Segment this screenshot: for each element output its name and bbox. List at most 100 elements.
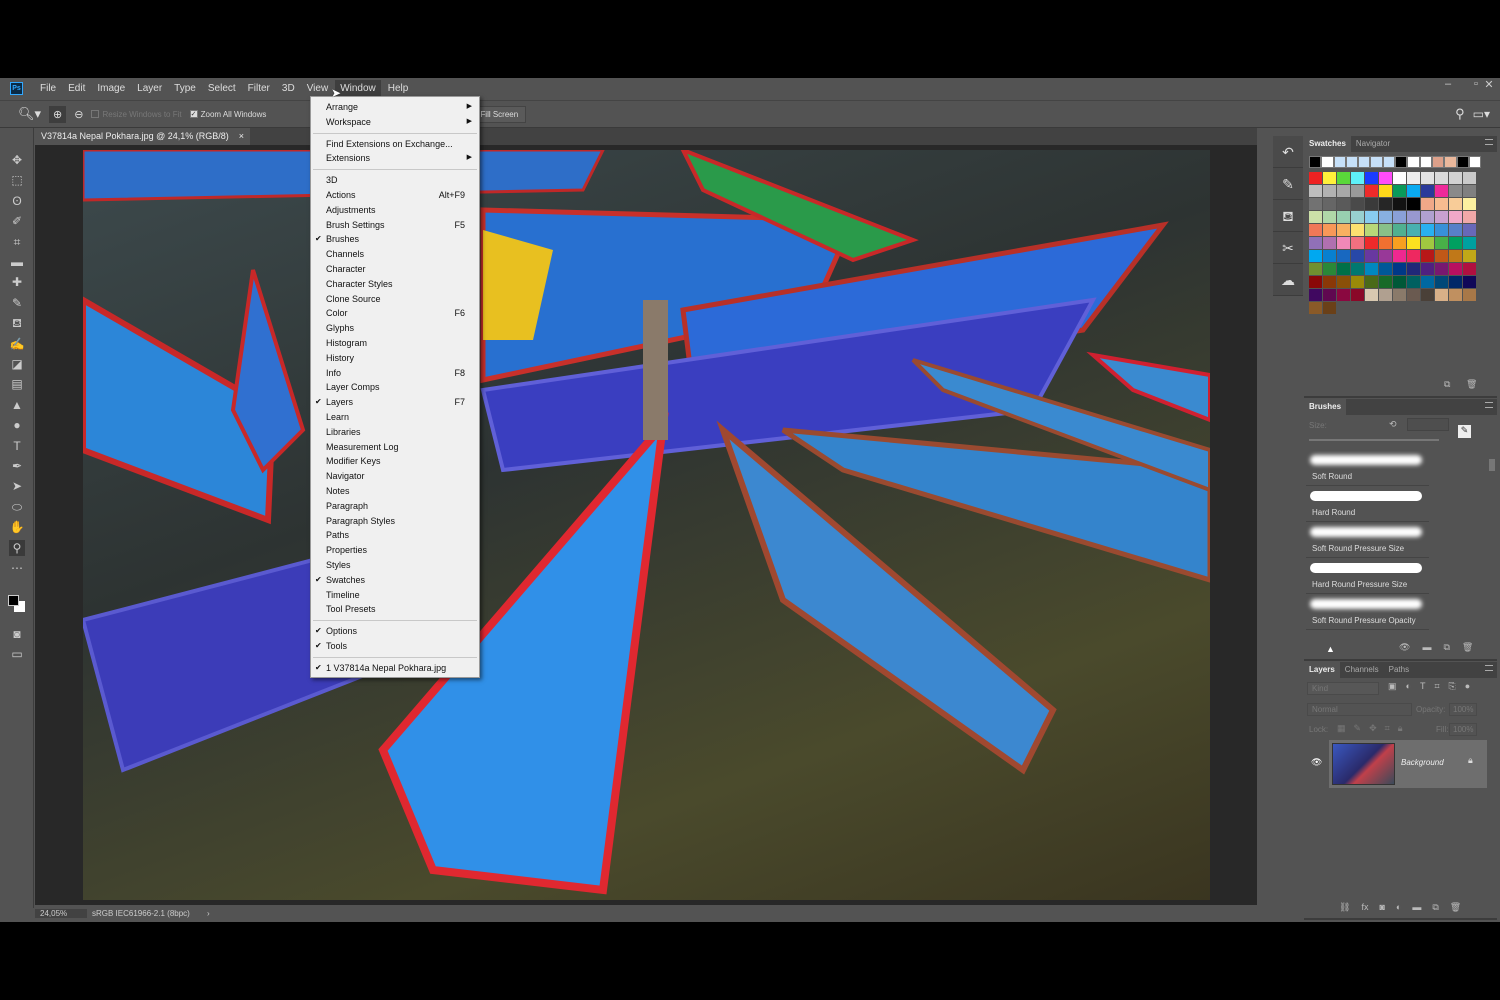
menu-item-layer-comps[interactable]: Layer Comps: [311, 380, 479, 395]
color-swatch[interactable]: [1463, 250, 1476, 262]
color-swatch[interactable]: [1323, 289, 1336, 301]
menu-item-navigator[interactable]: Navigator: [311, 469, 479, 484]
color-swatch[interactable]: [1379, 237, 1392, 249]
move-tool-icon[interactable]: ✥: [9, 152, 25, 168]
recent-swatch[interactable]: [1419, 156, 1432, 168]
menu-item-channels[interactable]: Channels: [311, 247, 479, 262]
color-swatch[interactable]: [1435, 250, 1448, 262]
menu-item-find-extensions-on-exchange-[interactable]: Find Extensions on Exchange...: [311, 137, 479, 152]
color-swatch[interactable]: [1365, 250, 1378, 262]
color-swatch[interactable]: [1337, 224, 1350, 236]
recent-swatch[interactable]: [1431, 156, 1445, 168]
color-swatch[interactable]: [1337, 263, 1350, 275]
menu-item-measurement-log[interactable]: Measurement Log: [311, 440, 479, 455]
color-swatch[interactable]: [1379, 289, 1392, 301]
color-swatch[interactable]: [1323, 185, 1336, 197]
filter-smart-object-icon[interactable]: ⎘: [1449, 681, 1456, 692]
brush-preset[interactable]: Hard Round Pressure Size: [1306, 559, 1429, 594]
zoom-tool-preset-icon[interactable]: 🔍︎▾: [18, 106, 41, 122]
color-swatch[interactable]: [1351, 237, 1364, 249]
menu-edit[interactable]: Edit: [63, 80, 90, 97]
menu-item-modifier-keys[interactable]: Modifier Keys: [311, 454, 479, 469]
color-swatch[interactable]: [1365, 263, 1378, 275]
dodge-tool-icon[interactable]: ●: [9, 417, 25, 433]
color-swatch[interactable]: [1393, 211, 1406, 223]
menu-item-paths[interactable]: Paths: [311, 528, 479, 543]
color-swatch[interactable]: [1337, 185, 1350, 197]
color-swatch[interactable]: [1365, 289, 1378, 301]
color-swatch[interactable]: [1463, 172, 1476, 184]
filter-shape-icon[interactable]: ⌗: [1434, 681, 1439, 692]
menu-item-notes[interactable]: Notes: [311, 484, 479, 499]
menu-item-swatches[interactable]: ✔ Swatches: [311, 573, 479, 588]
menu-item-info[interactable]: Info F8: [311, 366, 479, 381]
color-swatch[interactable]: [1407, 250, 1420, 262]
zoom-tool-icon[interactable]: ⚲: [9, 539, 25, 556]
menu-type[interactable]: Type: [169, 80, 201, 97]
zoom-level[interactable]: 24,05%: [35, 908, 87, 918]
color-swatch[interactable]: [1309, 172, 1322, 184]
color-swatch[interactable]: [1421, 211, 1434, 223]
color-swatch[interactable]: [1309, 211, 1322, 223]
resize-windows-checkbox[interactable]: Resize Windows to Fit: [91, 110, 182, 119]
menu-item-options[interactable]: ✔ Options: [311, 624, 479, 639]
color-swatch[interactable]: [1463, 263, 1476, 275]
menu-item-brush-settings[interactable]: Brush Settings F5: [311, 218, 479, 233]
pen-tool-icon[interactable]: ✒: [9, 458, 25, 474]
color-swatch[interactable]: [1449, 263, 1462, 275]
minimize-button[interactable]: –: [1434, 78, 1462, 94]
color-swatch[interactable]: [1323, 263, 1336, 275]
recent-swatch[interactable]: [1358, 156, 1371, 168]
color-swatch[interactable]: [1309, 198, 1322, 210]
recent-swatch[interactable]: [1345, 156, 1359, 168]
history-brush-tool-icon[interactable]: ✍: [9, 336, 25, 352]
zoom-all-windows-checkbox[interactable]: ✓ Zoom All Windows: [189, 110, 266, 119]
color-swatch[interactable]: [1421, 237, 1434, 249]
color-swatch[interactable]: [1463, 185, 1476, 197]
color-swatch[interactable]: [1379, 198, 1392, 210]
color-swatch[interactable]: [1323, 172, 1336, 184]
color-swatch[interactable]: [1351, 263, 1364, 275]
recent-swatch[interactable]: [1444, 156, 1457, 168]
color-swatch[interactable]: [1351, 224, 1364, 236]
new-group-icon[interactable]: ▬: [1412, 902, 1421, 913]
color-swatch[interactable]: [1309, 250, 1322, 262]
color-swatch[interactable]: [1463, 211, 1476, 223]
quick-select-tool-icon[interactable]: ✐: [9, 213, 25, 229]
marquee-tool-icon[interactable]: ⬚: [9, 172, 25, 188]
color-swatch[interactable]: [1337, 289, 1350, 301]
color-swatch[interactable]: [1421, 263, 1434, 275]
clone-source-icon[interactable]: ⛾: [1273, 200, 1303, 232]
brush-size-input[interactable]: [1407, 418, 1449, 431]
color-swatch[interactable]: [1393, 185, 1406, 197]
menu-item-actions[interactable]: Actions Alt+F9: [311, 188, 479, 203]
close-window-button[interactable]: ✕: [1478, 78, 1500, 94]
menu-window[interactable]: Window: [335, 80, 381, 97]
color-swatch[interactable]: [1449, 276, 1462, 288]
color-swatch[interactable]: [1421, 185, 1434, 197]
tab-brushes[interactable]: Brushes: [1304, 399, 1347, 415]
screen-mode-icon[interactable]: ▭: [9, 646, 25, 662]
color-swatch[interactable]: [1449, 211, 1462, 223]
stamp-tool-icon[interactable]: ⛾: [9, 315, 25, 331]
add-mask-icon[interactable]: ◙: [1379, 902, 1384, 913]
tool-presets-icon[interactable]: ✂: [1273, 232, 1303, 264]
color-swatch[interactable]: [1379, 276, 1392, 288]
color-swatch[interactable]: [1393, 276, 1406, 288]
delete-layer-icon[interactable]: 🗑︎: [1450, 902, 1461, 913]
menu-item-tool-presets[interactable]: Tool Presets: [311, 602, 479, 617]
layer-kind-filter[interactable]: Kind: [1307, 682, 1379, 695]
color-swatch[interactable]: [1379, 224, 1392, 236]
menu-item-styles[interactable]: Styles: [311, 558, 479, 573]
brush-tool-icon[interactable]: ✎: [9, 295, 25, 311]
color-swatch[interactable]: [1421, 224, 1434, 236]
layer-row-background[interactable]: Background 🔒︎: [1329, 740, 1487, 788]
brush-preview-slider[interactable]: ▲: [1326, 644, 1335, 654]
color-swatch[interactable]: [1407, 237, 1420, 249]
zoom-out-button[interactable]: ⊖: [74, 108, 83, 121]
more-tool-icon[interactable]: ⋯: [9, 560, 25, 576]
paint-bucket-tool-icon[interactable]: ▲: [9, 397, 25, 413]
path-select-tool-icon[interactable]: ➤: [9, 478, 25, 494]
brush-preset[interactable]: Soft Round Pressure Size: [1306, 523, 1429, 558]
brush-settings-icon[interactable]: ✎: [1273, 168, 1303, 200]
